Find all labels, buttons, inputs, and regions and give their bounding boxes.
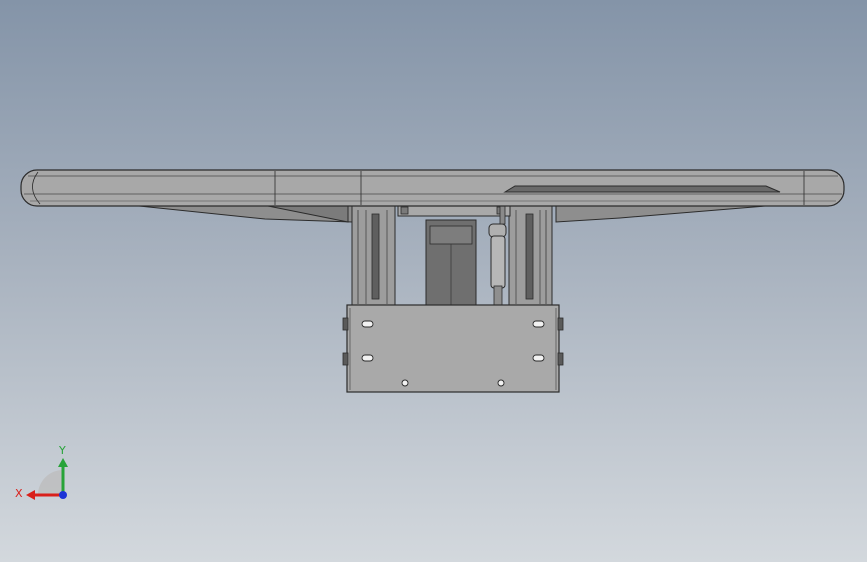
mount-bracket[interactable]: [346, 304, 560, 393]
x-axis-label: X: [15, 487, 23, 500]
cad-viewport[interactable]: Y X: [0, 0, 867, 562]
reference-triad: Y X: [15, 444, 68, 500]
triad-plane-icon: [38, 470, 63, 495]
top-panel[interactable]: [20, 169, 845, 207]
center-motor[interactable]: [425, 219, 477, 307]
y-axis-label: Y: [58, 444, 66, 457]
z-axis-dot-icon: [59, 491, 67, 499]
hinge-rod: [397, 204, 511, 217]
left-arm[interactable]: [351, 203, 396, 307]
right-arm[interactable]: [508, 203, 553, 307]
cad-model[interactable]: [0, 0, 867, 562]
gas-spring[interactable]: [488, 205, 507, 307]
